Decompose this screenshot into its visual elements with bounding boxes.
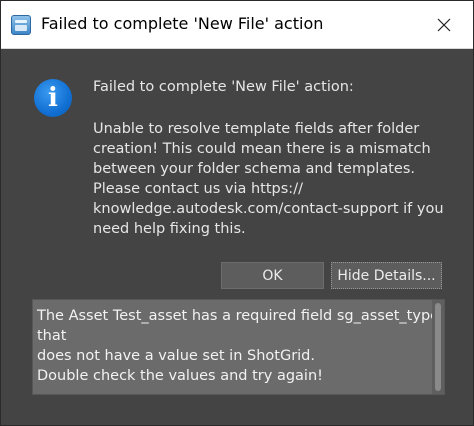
message-line: creation! This could mean there is a mis… — [93, 141, 431, 157]
dialog-message: Unable to resolve template fields after … — [93, 119, 463, 239]
close-button[interactable] — [421, 7, 467, 43]
error-dialog: Failed to complete 'New File' action i F… — [0, 0, 474, 426]
info-icon: i — [34, 79, 72, 117]
message-line: need help fixing this. — [93, 221, 246, 237]
scrollbar-thumb[interactable] — [435, 303, 441, 391]
message-line: between your folder schema and templates… — [93, 161, 415, 177]
details-scrollbar[interactable] — [432, 300, 444, 394]
app-window-icon — [11, 15, 31, 35]
details-line: Double check the values and try again! — [37, 368, 323, 384]
message-line: Please contact us via https:// — [93, 181, 303, 197]
message-line: knowledge.autodesk.com/contact-support i… — [93, 201, 444, 217]
title-bar: Failed to complete 'New File' action — [1, 1, 473, 49]
details-textbox[interactable]: The Asset Test_asset has a required fiel… — [32, 299, 445, 395]
ok-button[interactable]: OK — [221, 262, 324, 289]
close-icon — [437, 18, 451, 32]
details-line: that — [37, 328, 67, 344]
message-line: Unable to resolve template fields after … — [93, 121, 420, 137]
hide-details-button[interactable]: Hide Details... — [331, 262, 442, 289]
details-text: The Asset Test_asset has a required fiel… — [37, 306, 440, 386]
details-line: does not have a value set in ShotGrid. — [37, 348, 315, 364]
dialog-header: Failed to complete 'New File' action: — [93, 79, 354, 95]
window-title: Failed to complete 'New File' action — [41, 14, 324, 33]
details-line: The Asset Test_asset has a required fiel… — [37, 308, 440, 324]
